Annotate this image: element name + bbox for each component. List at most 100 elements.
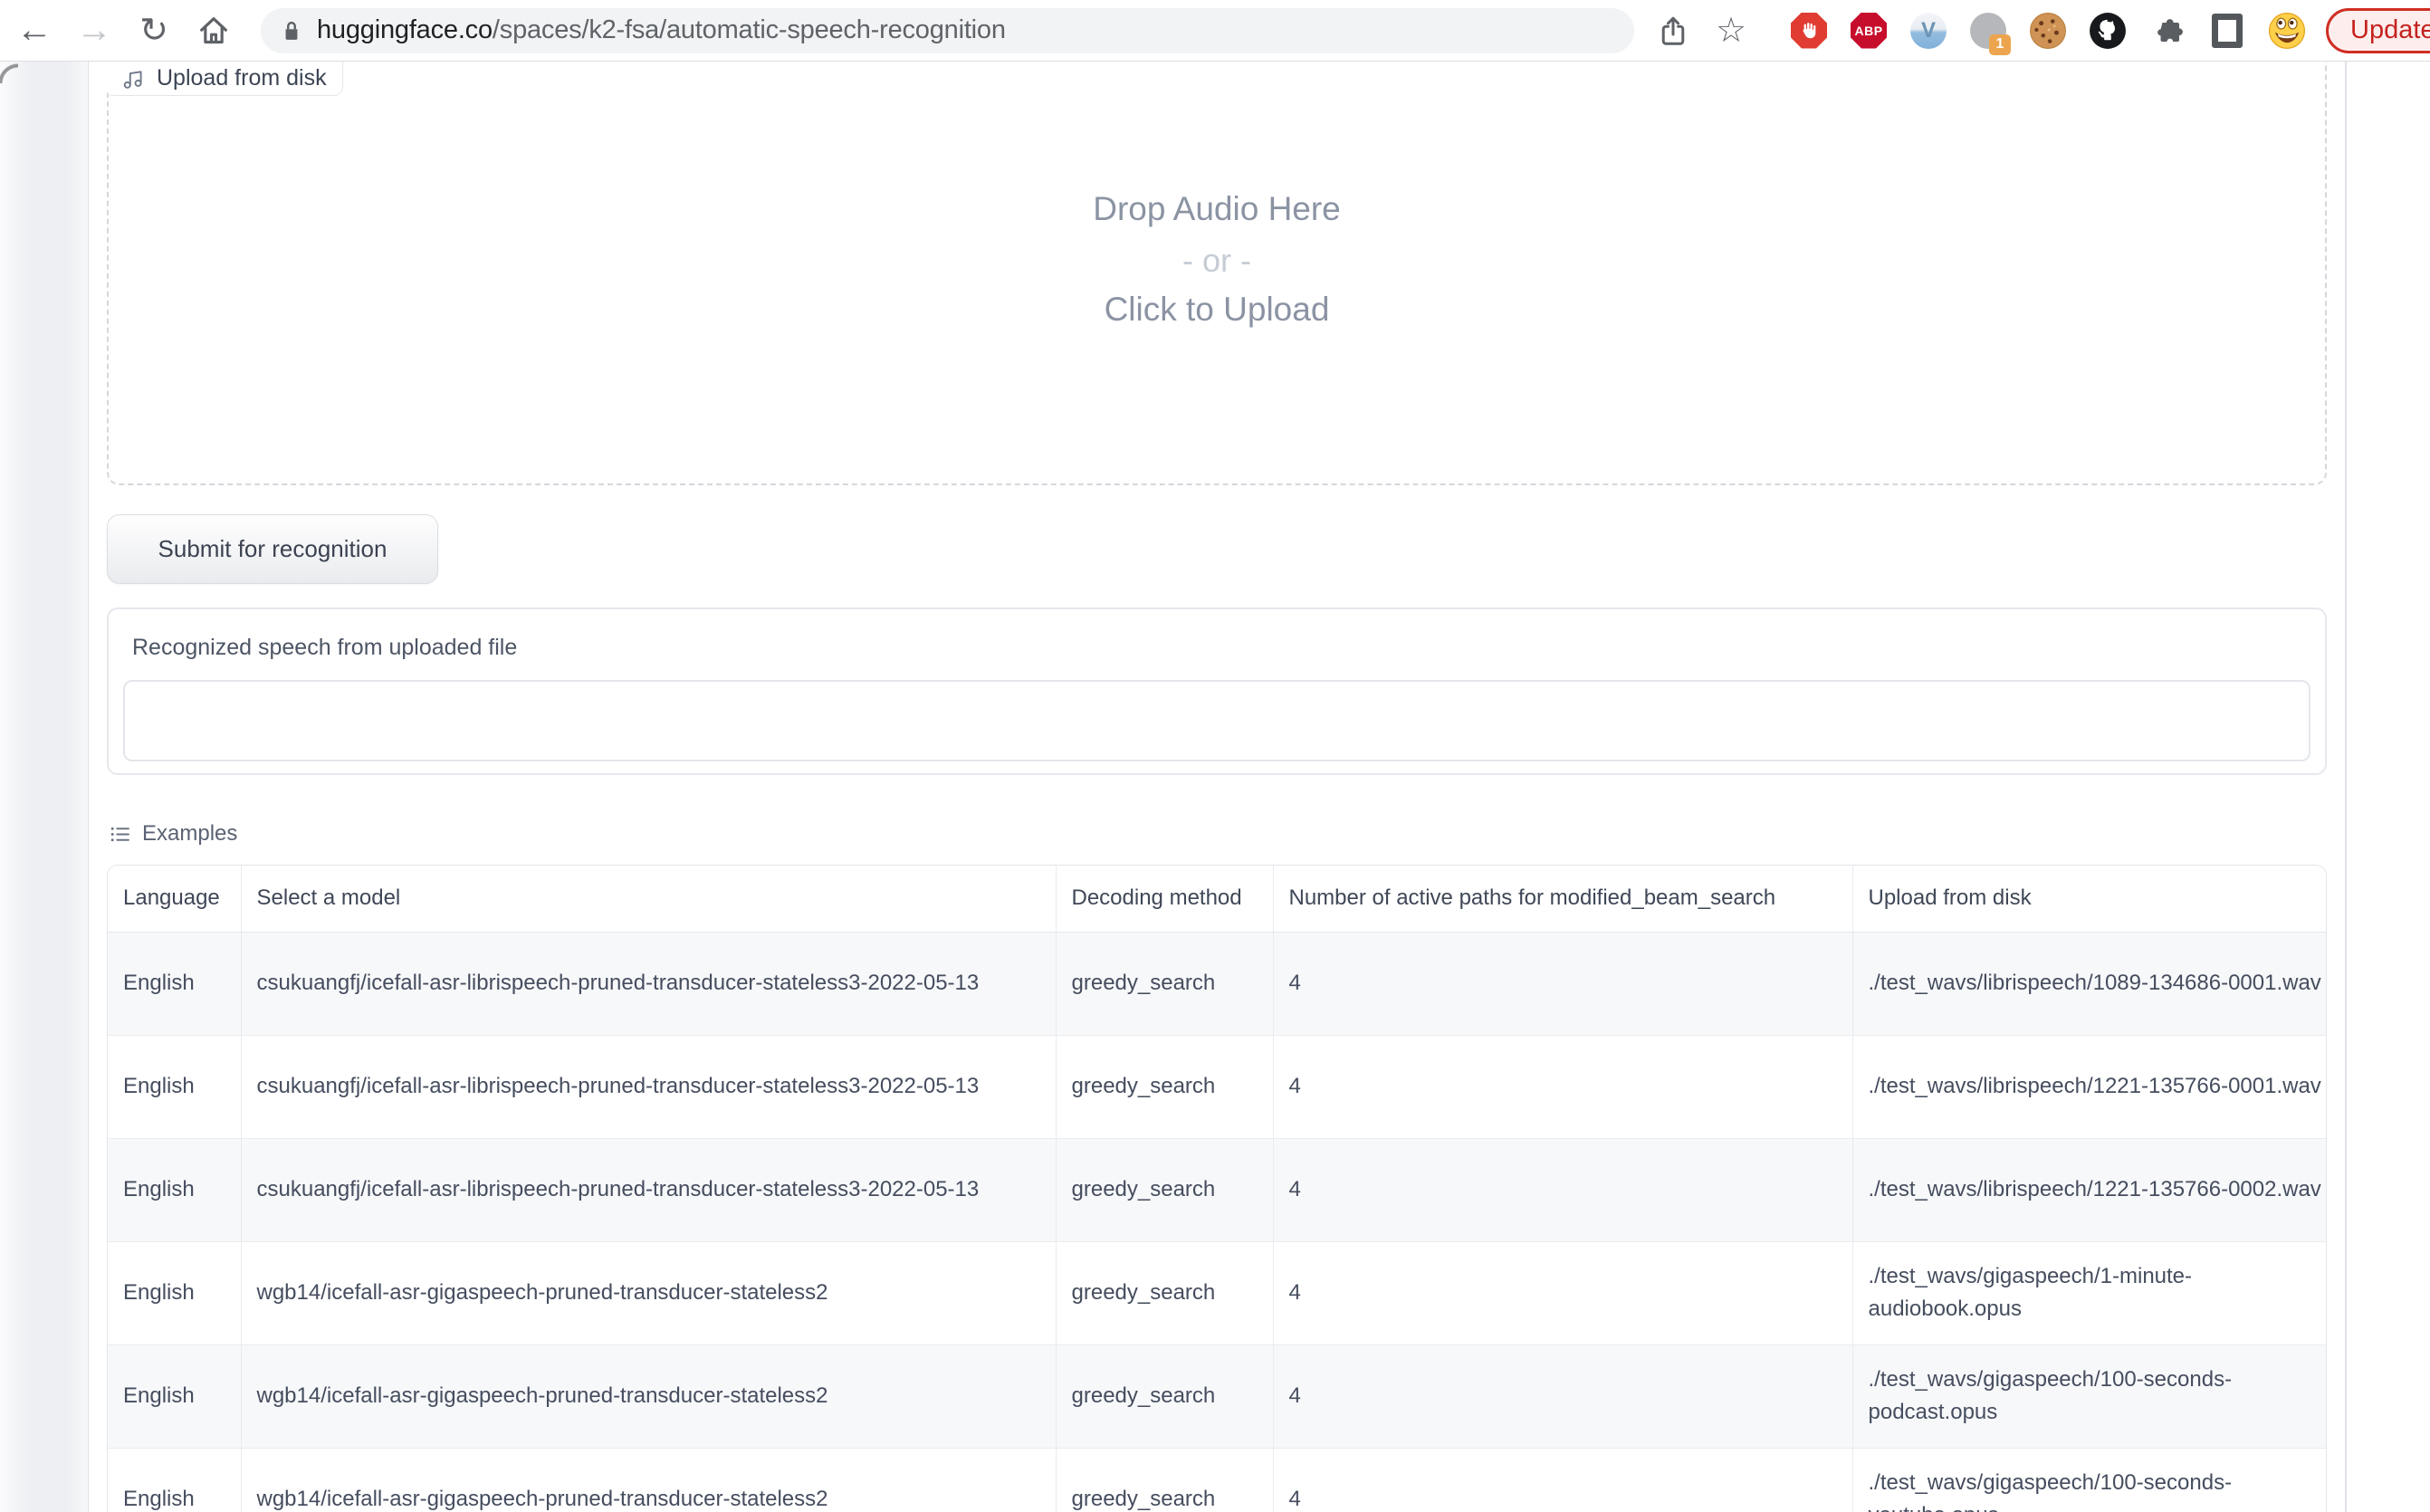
chrome-update-button[interactable]: Update xyxy=(2326,8,2430,53)
home-icon xyxy=(196,13,232,49)
notification-badge: 1 xyxy=(1989,34,2011,55)
reload-icon: ↻ xyxy=(139,10,168,51)
cell-num-active-paths: 4 xyxy=(1273,1241,1852,1345)
extension-notifier[interactable]: 1 xyxy=(1969,12,2007,50)
vimium-icon: V xyxy=(1910,13,1947,49)
cell-language: English xyxy=(108,1241,241,1345)
tab-upload-from-disk[interactable]: Upload from disk xyxy=(107,62,343,96)
star-icon: ☆ xyxy=(1716,10,1746,51)
col-header-model: Select a model xyxy=(241,866,1056,932)
cell-model: wgb14/icefall-asr-gigaspeech-pruned-tran… xyxy=(241,1448,1056,1512)
cell-model: wgb14/icefall-asr-gigaspeech-pruned-tran… xyxy=(241,1241,1056,1345)
dropzone-separator: - or - xyxy=(109,243,2325,279)
cell-language: English xyxy=(108,1035,241,1138)
cell-upload-from-disk: ./test_wavs/librispeech/1221-135766-0001… xyxy=(1852,1035,2327,1138)
back-button[interactable]: ← xyxy=(11,7,58,54)
browser-toolbar: ← → ↻ huggingface.co/spaces/k2-fsa/autom… xyxy=(0,0,2430,62)
audio-dropzone[interactable]: Drop Audio Here - or - Click to Upload xyxy=(107,62,2327,485)
output-panel: Recognized speech from uploaded file xyxy=(107,608,2327,775)
extension-frame[interactable] xyxy=(2208,12,2246,50)
reload-button[interactable]: ↻ xyxy=(130,7,177,54)
extension-cookie[interactable] xyxy=(2029,12,2067,50)
extension-ublock[interactable] xyxy=(1790,12,1828,50)
url-text: huggingface.co/spaces/k2-fsa/automatic-s… xyxy=(317,15,1006,45)
cell-num-active-paths: 4 xyxy=(1273,1138,1852,1241)
right-gutter xyxy=(2345,62,2430,1512)
dropzone-subtitle: Click to Upload xyxy=(109,292,2325,328)
submit-button-label: Submit for recognition xyxy=(158,535,387,563)
frame-icon xyxy=(2212,14,2243,48)
cell-upload-from-disk: ./test_wavs/gigaspeech/100-seconds-podca… xyxy=(1852,1345,2327,1448)
forward-arrow-icon: → xyxy=(76,10,112,51)
examples-table-body: English csukuangfj/icefall-asr-librispee… xyxy=(108,932,2327,1512)
cell-num-active-paths: 4 xyxy=(1273,1448,1852,1512)
cell-language: English xyxy=(108,1138,241,1241)
cell-upload-from-disk: ./test_wavs/librispeech/1089-134686-0001… xyxy=(1852,932,2327,1035)
cell-language: English xyxy=(108,932,241,1035)
url-path: /spaces/k2-fsa/automatic-speech-recognit… xyxy=(493,15,1006,44)
extension-vimium[interactable]: V xyxy=(1909,12,1947,50)
examples-table-container: Language Select a model Decoding method … xyxy=(107,865,2327,1512)
cell-language: English xyxy=(108,1448,241,1512)
cell-decoding-method: greedy_search xyxy=(1056,932,1273,1035)
forward-button[interactable]: → xyxy=(71,7,118,54)
examples-header: Examples xyxy=(109,820,237,847)
address-bar[interactable]: huggingface.co/spaces/k2-fsa/automatic-s… xyxy=(261,8,1634,53)
example-row[interactable]: English csukuangfj/icefall-asr-librispee… xyxy=(108,1035,2327,1138)
puzzle-piece-icon xyxy=(2149,13,2186,49)
cell-num-active-paths: 4 xyxy=(1273,1035,1852,1138)
cell-num-active-paths: 4 xyxy=(1273,1345,1852,1448)
window-corner xyxy=(0,62,18,83)
gradio-app: Drop Audio Here - or - Click to Upload U… xyxy=(89,62,2345,1512)
list-icon xyxy=(109,823,131,846)
extension-adblock-plus[interactable]: ABP xyxy=(1850,12,1888,50)
extensions-puzzle-button[interactable] xyxy=(2148,12,2186,50)
cell-model: csukuangfj/icefall-asr-librispeech-prune… xyxy=(241,1138,1056,1241)
example-row[interactable]: English csukuangfj/icefall-asr-librispee… xyxy=(108,1138,2327,1241)
recognized-speech-textbox[interactable] xyxy=(123,680,2310,761)
back-arrow-icon: ← xyxy=(16,10,53,51)
tab-label: Upload from disk xyxy=(157,65,327,91)
cell-upload-from-disk: ./test_wavs/gigaspeech/100-seconds-youtu… xyxy=(1852,1448,2327,1512)
cell-model: csukuangfj/icefall-asr-librispeech-prune… xyxy=(241,1035,1056,1138)
examples-label: Examples xyxy=(142,821,237,847)
share-button[interactable] xyxy=(1650,8,1696,53)
smiley-icon xyxy=(2268,11,2306,51)
lock-icon xyxy=(279,18,304,43)
submit-for-recognition-button[interactable]: Submit for recognition xyxy=(107,514,438,584)
extensions-row: ABP V 1 xyxy=(1790,12,2306,50)
cell-decoding-method: greedy_search xyxy=(1056,1448,1273,1512)
stop-hand-icon xyxy=(1791,13,1827,49)
cell-decoding-method: greedy_search xyxy=(1056,1035,1273,1138)
cell-model: csukuangfj/icefall-asr-librispeech-prune… xyxy=(241,932,1056,1035)
update-label: Update xyxy=(2350,15,2430,45)
cell-upload-from-disk: ./test_wavs/librispeech/1221-135766-0002… xyxy=(1852,1138,2327,1241)
cell-language: English xyxy=(108,1345,241,1448)
example-row[interactable]: English wgb14/icefall-asr-gigaspeech-pru… xyxy=(108,1448,2327,1512)
example-row[interactable]: English wgb14/icefall-asr-gigaspeech-pru… xyxy=(108,1345,2327,1448)
share-icon xyxy=(1656,14,1690,48)
cell-num-active-paths: 4 xyxy=(1273,932,1852,1035)
col-header-upload-from-disk: Upload from disk xyxy=(1852,866,2327,932)
cell-upload-from-disk: ./test_wavs/gigaspeech/1-minute-audioboo… xyxy=(1852,1241,2327,1345)
bookmark-button[interactable]: ☆ xyxy=(1708,8,1754,53)
home-button[interactable] xyxy=(190,7,237,54)
left-gutter xyxy=(0,62,89,1512)
page: Drop Audio Here - or - Click to Upload U… xyxy=(0,62,2430,1512)
cell-decoding-method: greedy_search xyxy=(1056,1345,1273,1448)
url-domain: huggingface.co xyxy=(317,15,493,44)
examples-table: Language Select a model Decoding method … xyxy=(108,866,2327,1512)
abp-icon: ABP xyxy=(1851,13,1887,49)
example-row[interactable]: English csukuangfj/icefall-asr-librispee… xyxy=(108,932,2327,1035)
col-header-decoding-method: Decoding method xyxy=(1056,866,1273,932)
extension-github[interactable] xyxy=(2089,12,2127,50)
cell-model: wgb14/icefall-asr-gigaspeech-pruned-tran… xyxy=(241,1345,1056,1448)
cookie-icon xyxy=(2029,12,2067,50)
extension-smiley[interactable] xyxy=(2268,12,2306,50)
cell-decoding-method: greedy_search xyxy=(1056,1138,1273,1241)
example-row[interactable]: English wgb14/icefall-asr-gigaspeech-pru… xyxy=(108,1241,2327,1345)
cell-decoding-method: greedy_search xyxy=(1056,1241,1273,1345)
table-header-row: Language Select a model Decoding method … xyxy=(108,866,2327,932)
github-octocat-icon xyxy=(2089,12,2127,50)
output-label: Recognized speech from uploaded file xyxy=(132,635,517,661)
